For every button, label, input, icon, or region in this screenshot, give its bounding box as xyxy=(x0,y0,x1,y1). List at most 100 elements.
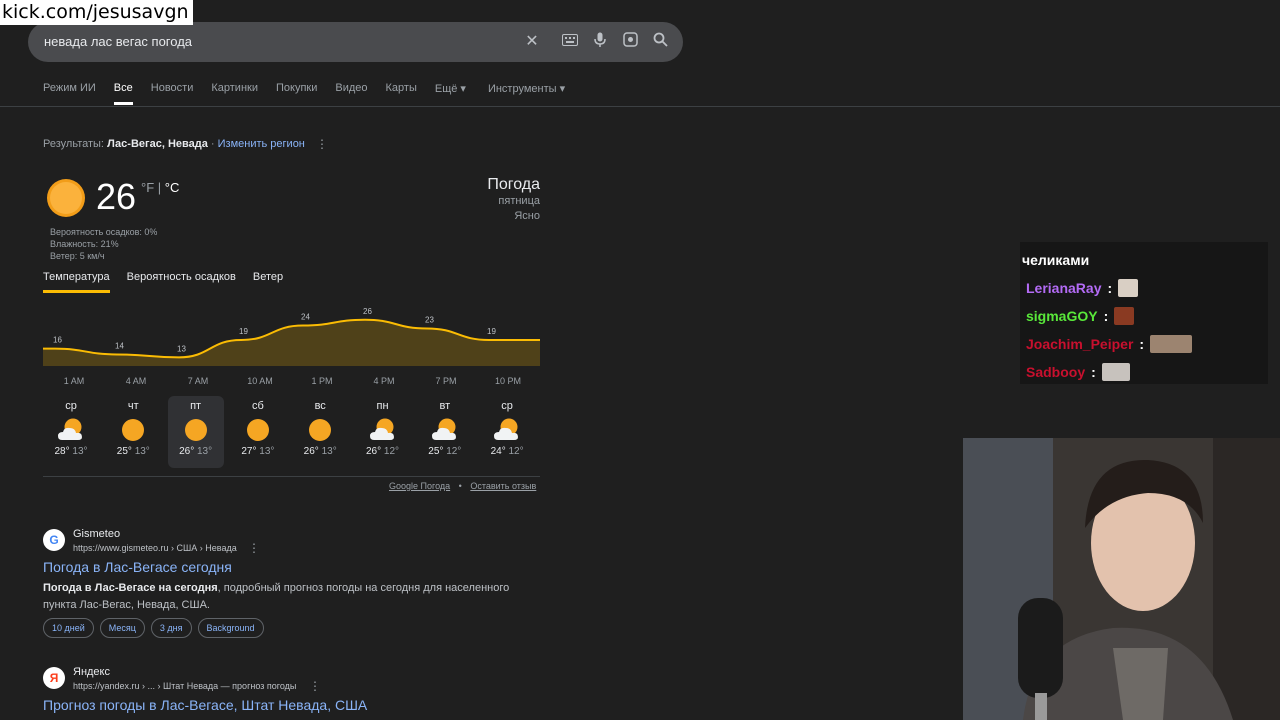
tab-shopping[interactable]: Покупки xyxy=(276,82,317,105)
forecast-high: 27° xyxy=(241,446,260,457)
forecast-low: 13° xyxy=(196,446,213,457)
keyboard-icon[interactable] xyxy=(560,32,580,52)
emote-icon xyxy=(1114,307,1135,325)
current-temperature: 26 xyxy=(96,176,137,217)
forecast-day[interactable]: вс 26° 13° xyxy=(292,396,348,468)
tab-precipitation[interactable]: Вероятность осадков xyxy=(127,271,236,293)
search-tabs: Режим ИИ Все Новости Картинки Покупки Ви… xyxy=(43,82,565,105)
forecast-day-name: пн xyxy=(376,400,389,412)
sitelink-3-days[interactable]: 3 дня xyxy=(150,618,192,638)
chart-value-label: 19 xyxy=(239,327,248,336)
tab-wind[interactable]: Ветер xyxy=(253,271,283,293)
tab-images[interactable]: Картинки xyxy=(211,82,258,105)
result-site-name[interactable]: Яндекс xyxy=(73,666,110,678)
tab-ai-mode[interactable]: Режим ИИ xyxy=(43,82,96,105)
result-title[interactable]: Погода в Лас-Вегасе сегодня xyxy=(43,559,232,575)
tab-temperature[interactable]: Температура xyxy=(43,271,110,293)
celsius-toggle[interactable]: °C xyxy=(165,180,180,195)
chat-message: sigmaGOY : xyxy=(1026,305,1135,327)
feedback-link[interactable]: Оставить отзыв xyxy=(470,481,536,491)
sitelink-background[interactable]: Background xyxy=(197,618,264,638)
result-url[interactable]: https://yandex.ru › ... › Штат Невада — … xyxy=(73,681,296,691)
region-prefix: Результаты: xyxy=(43,138,104,150)
microphone-icon[interactable] xyxy=(590,32,610,52)
weather-heading: Погода xyxy=(487,176,540,193)
forecast-low: 13° xyxy=(321,446,337,457)
forecast-day[interactable]: ср 24° 12° xyxy=(479,396,535,468)
yandex-favicon: Я xyxy=(43,667,65,689)
sun-cloud-icon xyxy=(431,418,456,440)
result-title[interactable]: Прогноз погоды в Лас-Вегасе, Штат Невада… xyxy=(43,697,367,713)
tab-maps[interactable]: Карты xyxy=(386,82,417,105)
tab-tools[interactable]: Инструменты ▾ xyxy=(488,82,565,105)
gismeteo-favicon: G xyxy=(43,529,65,551)
lens-icon[interactable] xyxy=(620,32,640,52)
forecast-day[interactable]: пт 26° 13° xyxy=(167,396,224,468)
snippet-bold: Погода в Лас-Вегасе на сегодня xyxy=(43,582,218,594)
sun-cloud-icon xyxy=(369,418,394,440)
precipitation-text: Вероятность осадков: 0% xyxy=(50,227,158,237)
chat-colon: : xyxy=(1103,308,1109,324)
sitelink-10-days[interactable]: 10 дней xyxy=(43,618,94,638)
forecast-temps: 27° 13° xyxy=(230,446,286,457)
emote-icon xyxy=(1150,335,1193,353)
tabs-divider xyxy=(0,106,1280,107)
temperature-chart: 16 14 13 19 24 26 23 19 1 AM 4 AM 7 AM 10 AM 1 PM 4 … xyxy=(43,307,540,386)
forecast-temps: 28° 13° xyxy=(43,446,99,457)
chart-x-tick: 1 AM xyxy=(64,376,85,386)
tab-more[interactable]: Ещё ▾ xyxy=(435,82,466,105)
result-snippet: Погода в Лас-Вегасе на сегодня, подробны… xyxy=(43,580,543,614)
region-place: Лас-Вегас, Невада xyxy=(107,138,208,150)
unit-toggle: °F | °C xyxy=(141,180,179,195)
forecast-day-name: вт xyxy=(439,400,451,412)
fahrenheit-toggle[interactable]: °F xyxy=(141,180,154,195)
stream-watermark: kick.com/jesusavgn xyxy=(0,0,193,25)
weather-footer-divider xyxy=(43,476,540,477)
tab-all[interactable]: Все xyxy=(113,82,133,105)
forecast-day[interactable]: пн 26° 12° xyxy=(355,396,411,468)
weather-metric-tabs: Температура Вероятность осадков Ветер xyxy=(43,271,283,293)
forecast-low: 12° xyxy=(508,446,524,457)
chat-colon: : xyxy=(1139,336,1145,352)
tab-news[interactable]: Новости xyxy=(151,82,194,105)
region-separator: · xyxy=(207,138,218,150)
forecast-temps: 26° 12° xyxy=(355,446,411,457)
streamer-webcam-image xyxy=(963,438,1280,720)
forecast-day-name: вс xyxy=(314,400,326,412)
chart-x-tick: 4 AM xyxy=(126,376,147,386)
chart-value-label: 26 xyxy=(363,307,372,316)
search-input[interactable]: невада лас вегас погода xyxy=(44,34,192,49)
google-weather-link[interactable]: Google Погода xyxy=(389,481,450,491)
forecast-day[interactable]: ср 28° 13° xyxy=(43,396,99,468)
sitelink-month[interactable]: Месяц xyxy=(99,618,145,638)
forecast-temps: 25° 13° xyxy=(105,446,161,457)
forecast-low: 13° xyxy=(259,446,275,457)
forecast-low: 13° xyxy=(72,446,88,457)
forecast-days: ср 28° 13° чт 25° 13° пт 26° 13° сб 27° 13° вс 26… xyxy=(43,396,543,468)
forecast-high: 24° xyxy=(490,446,509,457)
result-site-name[interactable]: Gismeteo xyxy=(73,528,120,540)
change-region-link[interactable]: Изменить регион xyxy=(218,138,305,150)
forecast-day-name: сб xyxy=(251,400,264,412)
forecast-day[interactable]: вт 25° 12° xyxy=(417,396,473,468)
clear-icon[interactable]: ✕ xyxy=(522,32,542,52)
result-menu-icon[interactable]: ⋮ xyxy=(248,541,260,555)
forecast-high: 26° xyxy=(365,446,384,457)
chart-x-tick: 10 PM xyxy=(495,376,521,386)
chart-value-label: 16 xyxy=(53,336,62,345)
humidity-text: Влажность: 21% xyxy=(50,239,119,249)
chart-x-tick: 7 AM xyxy=(188,376,209,386)
sun-cloud-icon xyxy=(494,418,519,440)
result-menu-icon[interactable]: ⋮ xyxy=(309,679,321,693)
search-bar[interactable]: невада лас вегас погода ✕ xyxy=(28,22,683,62)
sun-icon xyxy=(47,179,85,217)
stream-chat-overlay: челиками LerianaRay : sigmaGOY : Joachim… xyxy=(1020,242,1268,384)
more-options-icon[interactable]: ⋮ xyxy=(316,137,328,151)
search-icon[interactable] xyxy=(650,32,670,52)
forecast-high: 25° xyxy=(428,446,447,457)
forecast-day[interactable]: чт 25° 13° xyxy=(105,396,161,468)
result-url[interactable]: https://www.gismeteo.ru › США › Невада xyxy=(73,543,237,553)
tab-video[interactable]: Видео xyxy=(335,82,367,105)
forecast-day[interactable]: сб 27° 13° xyxy=(230,396,286,468)
sun-icon xyxy=(309,419,332,441)
